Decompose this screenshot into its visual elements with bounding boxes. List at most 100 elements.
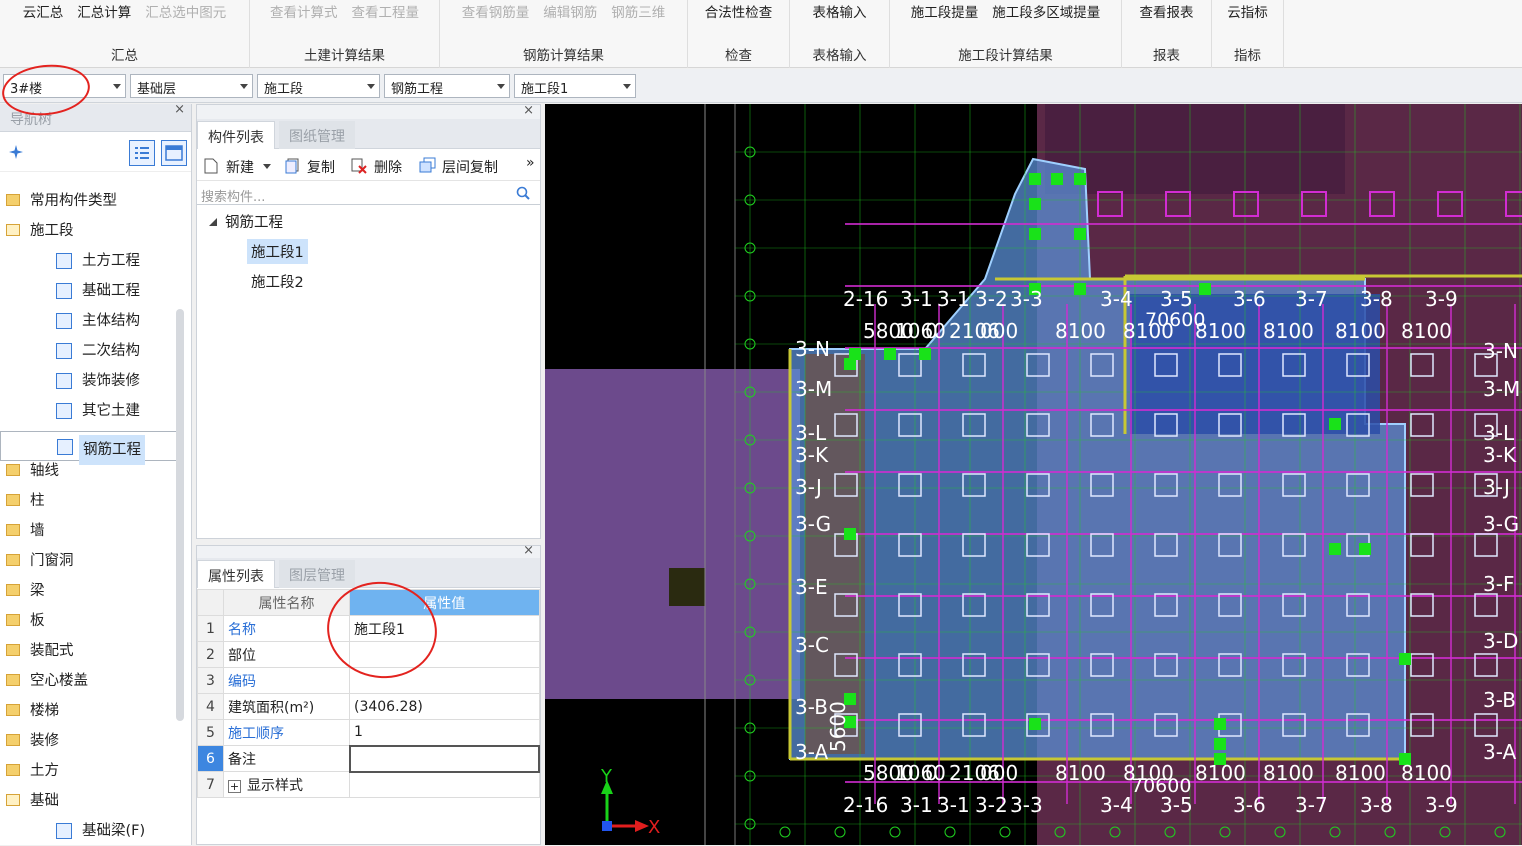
axis-label-right: 3-M: [1483, 377, 1520, 401]
chevron-down-icon[interactable]: [263, 164, 271, 170]
view-rebar-button[interactable]: 查看钢筋量: [462, 1, 530, 21]
sidebar-item[interactable]: 基础工程: [0, 276, 178, 306]
property-row[interactable]: 6 备注: [197, 744, 540, 773]
sidebar-item[interactable]: 柱: [0, 486, 178, 516]
tab-drawing-management[interactable]: 图纸管理: [279, 121, 355, 149]
type-select[interactable]: 钢筋工程: [384, 74, 510, 98]
sidebar-item[interactable]: 装配式: [0, 636, 178, 666]
property-value[interactable]: [348, 744, 540, 773]
tab-layer-management[interactable]: 图层管理: [279, 560, 355, 588]
property-value[interactable]: (3406.28): [349, 693, 540, 720]
property-value[interactable]: [349, 771, 540, 798]
axis-label-top: 3-3: [1010, 287, 1043, 311]
sidebar-item-label: 装饰装修: [82, 373, 140, 389]
property-row[interactable]: 5 施工顺序 1: [197, 719, 540, 746]
sidebar-item[interactable]: 土方工程: [0, 246, 178, 276]
tab-property-list[interactable]: 属性列表: [197, 560, 275, 588]
search-input[interactable]: 搜索构件...: [201, 190, 265, 205]
ribbon-group-label: 土建计算结果: [304, 48, 385, 64]
copy-button[interactable]: 复制: [307, 157, 335, 177]
view-formula-button[interactable]: 查看计算式: [270, 1, 338, 21]
sidebar-item[interactable]: 轴线: [0, 456, 178, 486]
sidebar-item[interactable]: 门窗洞: [0, 546, 178, 576]
sidebar-item[interactable]: 基础: [0, 786, 178, 816]
edit-rebar-button[interactable]: 编辑钢筋: [543, 1, 597, 21]
axis-label-left: 3-A: [795, 740, 829, 764]
tab-component-list[interactable]: 构件列表: [197, 121, 275, 149]
sidebar-item[interactable]: 墙: [0, 516, 178, 546]
grid-view-icon[interactable]: [161, 140, 187, 166]
search-icon[interactable]: [516, 186, 530, 200]
dimension-label-top: 1060: [895, 319, 946, 343]
sidebar-item[interactable]: 主体结构: [0, 306, 178, 336]
table-input-button[interactable]: 表格输入: [813, 1, 867, 21]
vertex-handle: [1399, 653, 1411, 665]
dimension-label-top: 8100: [1335, 319, 1386, 343]
sidebar-item[interactable]: 基础梁(F): [0, 816, 178, 846]
close-icon[interactable]: ×: [174, 102, 185, 117]
validity-check-button[interactable]: 合法性检查: [705, 1, 773, 21]
segment-multi-extract-button[interactable]: 施工段多区域提量: [992, 1, 1100, 21]
floor-copy-button[interactable]: 层间复制: [442, 157, 498, 177]
expand-icon[interactable]: +: [228, 779, 241, 793]
sparkle-icon[interactable]: [8, 144, 24, 160]
folder-icon: [6, 584, 20, 596]
close-icon[interactable]: ×: [523, 543, 534, 558]
vertex-handle: [1051, 173, 1063, 185]
sidebar-item-label: 空心楼盖: [30, 673, 88, 689]
view-quantity-button[interactable]: 查看工程量: [352, 1, 420, 21]
vertex-handle: [1329, 418, 1341, 430]
category-select[interactable]: 施工段: [257, 74, 380, 98]
close-icon[interactable]: ×: [523, 103, 534, 118]
cloud-summary-button[interactable]: 云汇总: [23, 1, 64, 21]
axis-label-top: 3-6: [1233, 287, 1266, 311]
sidebar-item[interactable]: 其它土建: [0, 396, 178, 426]
dimension-label-top: 000: [980, 319, 1018, 343]
view-report-button[interactable]: 查看报表: [1140, 1, 1194, 21]
sidebar-item[interactable]: 装修: [0, 726, 178, 756]
collapse-arrow-icon[interactable]: [209, 218, 217, 226]
component-toolbar: 新建 复制 删除 层间复制 »: [197, 149, 540, 181]
more-icon[interactable]: »: [526, 155, 535, 171]
drawing-canvas[interactable]: 2-16 3-1 3-1 3-2 3-3 3-4 3-5 3-6 3-7 3-8 3-9 5800 10…: [545, 104, 1522, 845]
dimension-label-bottom: 8100: [1195, 761, 1246, 785]
sidebar-item[interactable]: 梁: [0, 576, 178, 606]
sidebar-item[interactable]: 板: [0, 606, 178, 636]
segment-extract-button[interactable]: 施工段提量: [911, 1, 979, 21]
property-row[interactable]: 4 建筑面积(m²) (3406.28): [197, 693, 540, 720]
property-name-text: 编码: [228, 673, 256, 690]
vertex-handle: [1214, 738, 1226, 750]
axis-label-top: 3-4: [1100, 287, 1133, 311]
new-button[interactable]: 新建: [226, 157, 254, 177]
tree-root[interactable]: 钢筋工程: [225, 211, 283, 232]
sidebar-item[interactable]: 空心楼盖: [0, 666, 178, 696]
rebar-3d-button[interactable]: 钢筋三维: [611, 1, 665, 21]
sidebar-item[interactable]: 土方: [0, 756, 178, 786]
tree-item-segment-2[interactable]: 施工段2: [251, 271, 304, 292]
summary-selected-button[interactable]: 汇总选中图元: [145, 1, 226, 21]
ribbon-group-civil: 查看计算式 查看工程量 土建计算结果: [250, 0, 440, 68]
sidebar-item[interactable]: 常用构件类型: [0, 186, 178, 216]
axis-label-left: 3-G: [795, 512, 831, 536]
component-select[interactable]: 施工段1: [514, 74, 636, 98]
sidebar-item[interactable]: 装饰装修: [0, 366, 178, 396]
summary-calc-button[interactable]: 汇总计算: [77, 1, 131, 21]
sidebar-item-label: 轴线: [30, 463, 59, 479]
cloud-index-button[interactable]: 云指标: [1227, 1, 1268, 21]
floor-select[interactable]: 基础层: [130, 74, 253, 98]
nav-scrollbar[interactable]: [176, 309, 184, 721]
component-search[interactable]: 搜索构件...: [197, 181, 540, 205]
chevron-down-icon: [240, 84, 248, 89]
sidebar-item[interactable]: 施工段: [0, 216, 178, 246]
sidebar-item[interactable]: 二次结构: [0, 336, 178, 366]
ribbon-group-label: 汇总: [111, 48, 138, 64]
property-row[interactable]: 7 + 显示样式: [197, 771, 540, 798]
list-view-icon[interactable]: [129, 140, 155, 166]
cad-drawing[interactable]: 2-16 3-1 3-1 3-2 3-3 3-4 3-5 3-6 3-7 3-8 3-9580010…: [545, 104, 1522, 845]
sidebar-item[interactable]: 楼梯: [0, 696, 178, 726]
property-value[interactable]: 1: [349, 719, 540, 746]
sidebar-item-label: 基础: [30, 793, 59, 809]
delete-button[interactable]: 删除: [374, 157, 402, 177]
chevron-down-icon: [367, 84, 375, 89]
tree-item-segment-1[interactable]: 施工段1: [247, 239, 308, 264]
